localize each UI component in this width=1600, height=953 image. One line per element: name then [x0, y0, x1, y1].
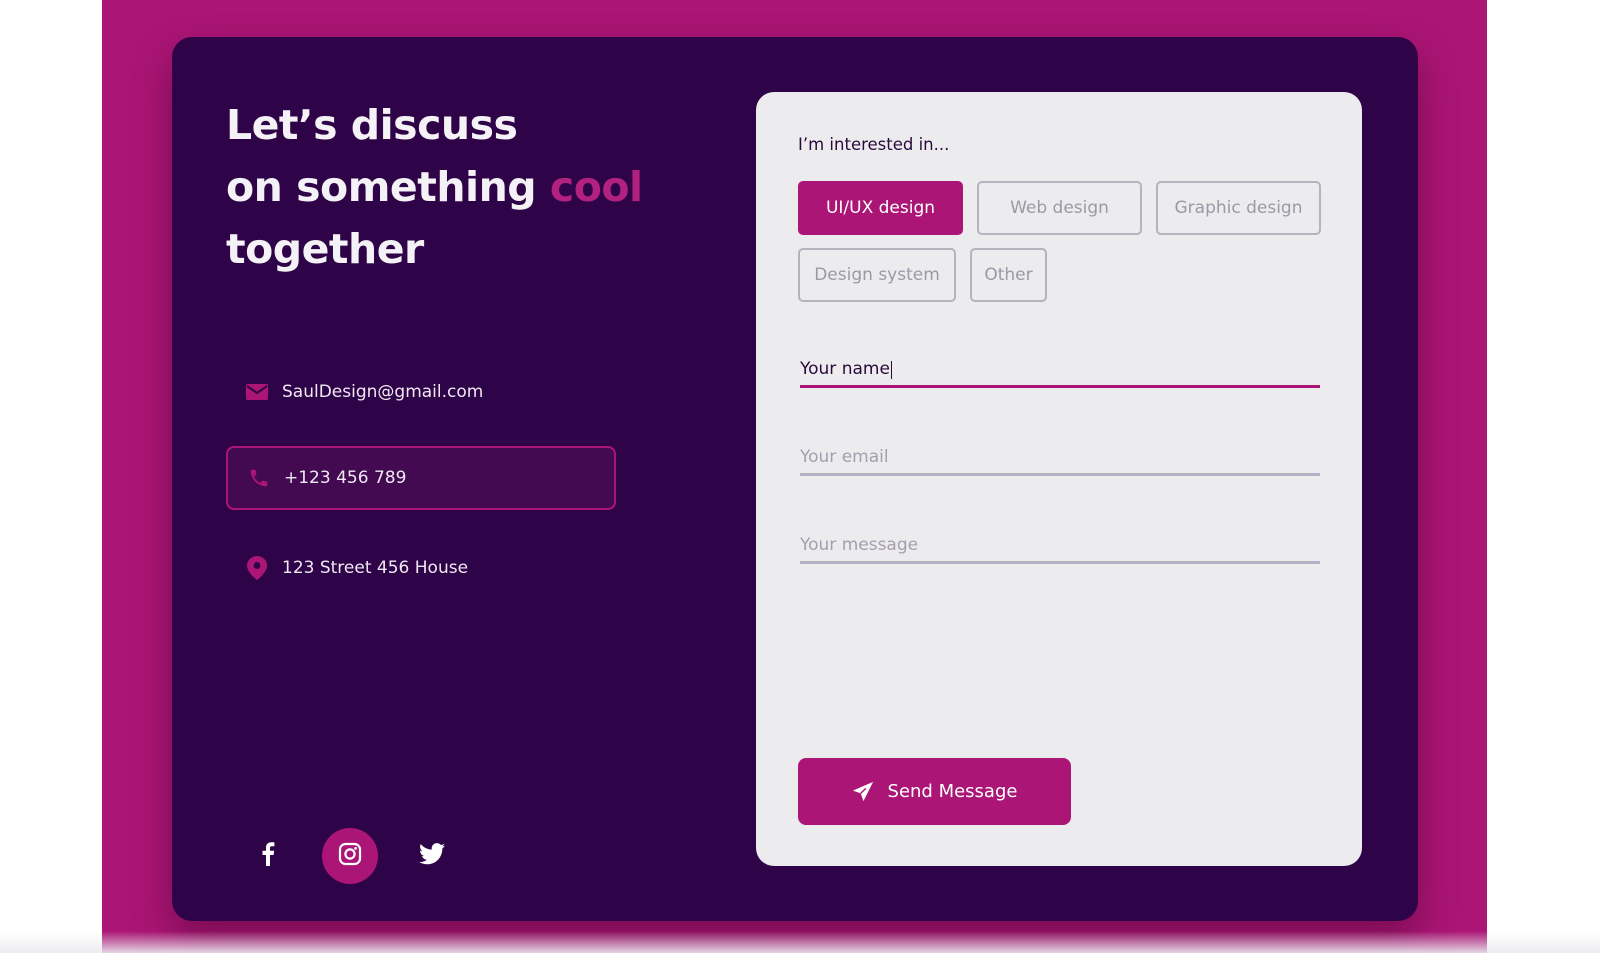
name-field-value: Your name — [800, 359, 890, 379]
twitter-icon — [419, 843, 445, 869]
page-title: Let’s discuss on something cool together — [226, 94, 643, 280]
headline-accent-word: cool — [549, 163, 643, 211]
contact-email-text: SaulDesign@gmail.com — [282, 382, 484, 402]
social-links — [240, 828, 486, 884]
send-icon — [852, 781, 874, 803]
interest-chip-uiux[interactable]: UI/UX design — [798, 181, 963, 235]
headline-line-2: on something — [226, 163, 550, 211]
phone-icon — [248, 467, 270, 489]
facebook-link[interactable] — [240, 828, 296, 884]
contact-email[interactable]: SaulDesign@gmail.com — [226, 360, 616, 424]
send-message-label: Send Message — [887, 781, 1018, 802]
message-field[interactable]: Your message — [800, 526, 1320, 564]
interest-chip-web-design[interactable]: Web design — [977, 181, 1142, 235]
instagram-link[interactable] — [322, 828, 378, 884]
message-field-placeholder: Your message — [800, 535, 919, 555]
contact-address[interactable]: 123 Street 456 House — [226, 536, 616, 600]
interest-label: I’m interested in... — [798, 135, 950, 154]
contact-address-text: 123 Street 456 House — [282, 558, 469, 578]
contact-phone-text: +123 456 789 — [284, 468, 407, 488]
name-field[interactable]: Your name — [800, 350, 1320, 388]
headline-line-1: Let’s discuss — [226, 101, 518, 149]
twitter-link[interactable] — [404, 828, 460, 884]
text-caret — [890, 361, 893, 379]
email-field[interactable]: Your email — [800, 438, 1320, 476]
facebook-icon — [261, 842, 275, 870]
mail-icon — [246, 381, 268, 403]
contact-phone[interactable]: +123 456 789 — [226, 446, 616, 510]
location-pin-icon — [246, 556, 268, 580]
contact-form: I’m interested in... UI/UX design Web de… — [756, 92, 1362, 866]
headline-line-3: together — [226, 225, 424, 273]
instagram-icon — [338, 842, 362, 870]
interest-chip-design-system[interactable]: Design system — [798, 248, 956, 302]
email-field-placeholder: Your email — [800, 447, 889, 467]
interest-chip-graphic-design[interactable]: Graphic design — [1156, 181, 1321, 235]
interest-chip-other[interactable]: Other — [970, 248, 1047, 302]
send-message-button[interactable]: Send Message — [798, 758, 1071, 825]
